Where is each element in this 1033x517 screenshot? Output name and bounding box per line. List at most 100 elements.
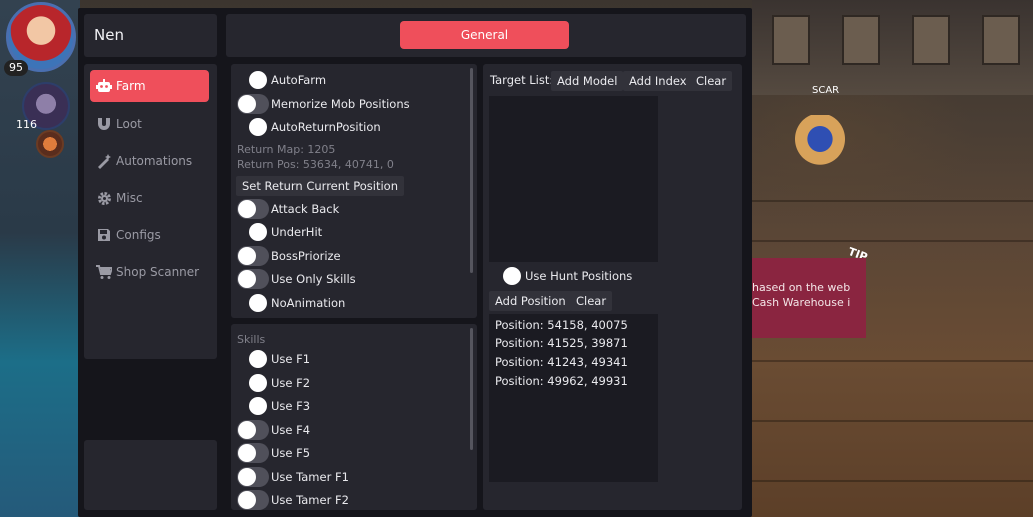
use-f2-checkbox[interactable]: [237, 373, 269, 393]
no-animation-label: NoAnimation: [271, 296, 346, 310]
list-item[interactable]: Position: 54158, 40075: [495, 318, 628, 332]
add-index-button[interactable]: Add Index: [623, 71, 693, 91]
auto-return-position-label: AutoReturnPosition: [271, 120, 381, 134]
tab-general[interactable]: General: [400, 21, 569, 49]
set-return-position-button[interactable]: Set Return Current Position: [236, 176, 404, 196]
under-hit-checkbox[interactable]: [237, 222, 269, 242]
auto-return-position-row[interactable]: AutoReturnPosition: [237, 117, 381, 137]
pet-level-badge: 116: [16, 118, 37, 131]
skills-section-label: Skills: [237, 333, 266, 346]
use-tamer-f1-label: Use Tamer F1: [271, 470, 349, 484]
attack-back-row[interactable]: Attack Back: [237, 199, 339, 219]
use-tamer-f2-label: Use Tamer F2: [271, 493, 349, 507]
use-hunt-positions-row[interactable]: Use Hunt Positions: [491, 266, 632, 286]
boss-priorize-toggle[interactable]: [237, 246, 269, 266]
attack-back-label: Attack Back: [271, 202, 340, 216]
use-f4-label: Use F4: [271, 423, 311, 437]
use-hunt-positions-checkbox[interactable]: [491, 266, 523, 286]
clear-positions-button[interactable]: Clear: [570, 291, 613, 311]
list-item[interactable]: Position: 41525, 39871: [495, 336, 628, 350]
return-map-text: Return Map: 1205: [237, 143, 336, 156]
add-model-button[interactable]: Add Model: [551, 71, 624, 91]
game-wall: [752, 0, 1033, 95]
boss-priorize-row[interactable]: BossPriorize: [237, 246, 341, 266]
floor-line: [752, 480, 1033, 482]
app-title: Nen: [94, 26, 124, 44]
character-name-label: SCAR: [812, 85, 840, 96]
wall-window: [982, 15, 1020, 65]
use-f3-checkbox[interactable]: [237, 396, 269, 416]
sidebar-item-farm[interactable]: Farm: [90, 70, 209, 102]
sidebar-item-label: Shop Scanner: [116, 265, 200, 279]
game-floor-left: [0, 0, 80, 517]
floppy-disk-icon: [96, 227, 112, 243]
autofarm-label: AutoFarm: [271, 73, 327, 87]
add-position-button[interactable]: Add Position: [489, 291, 572, 311]
autofarm-checkbox[interactable]: [237, 70, 269, 90]
farm-options-scrollbar[interactable]: [470, 68, 473, 273]
under-hit-row[interactable]: UnderHit: [237, 222, 322, 242]
buff-icon: [36, 130, 64, 158]
memorize-mob-positions-toggle[interactable]: [237, 94, 269, 114]
target-list-box[interactable]: [489, 96, 658, 262]
autofarm-row[interactable]: AutoFarm: [237, 70, 326, 90]
sidebar-item-label: Farm: [116, 79, 146, 93]
use-f2-label: Use F2: [271, 376, 311, 390]
use-only-skills-label: Use Only Skills: [271, 272, 356, 286]
use-f5-label: Use F5: [271, 446, 311, 460]
use-f1-row[interactable]: Use F1: [237, 349, 310, 369]
sidebar-item-label: Automations: [116, 154, 193, 168]
target-list-label: Target List:: [490, 73, 554, 87]
notice-banner: hased on the web Cash Warehouse i: [752, 258, 866, 338]
use-only-skills-row[interactable]: Use Only Skills: [237, 269, 356, 289]
wall-window: [912, 15, 950, 65]
sidebar-item-misc[interactable]: Misc: [90, 182, 209, 214]
sidebar: Farm Loot Automations Misc Configs Shop …: [84, 64, 217, 359]
floor-line: [752, 200, 1033, 202]
use-f4-row[interactable]: Use F4: [237, 420, 310, 440]
use-f2-row[interactable]: Use F2: [237, 373, 310, 393]
wall-window: [842, 15, 880, 65]
gear-icon: [96, 190, 112, 206]
list-item[interactable]: Position: 41243, 49341: [495, 355, 628, 369]
sidebar-item-shop-scanner[interactable]: Shop Scanner: [90, 256, 209, 288]
robot-icon: [96, 78, 112, 94]
sidebar-footer-panel: [84, 440, 217, 510]
use-f5-row[interactable]: Use F5: [237, 443, 310, 463]
no-animation-row[interactable]: NoAnimation: [237, 293, 345, 313]
sidebar-item-loot[interactable]: Loot: [90, 108, 209, 140]
use-f3-row[interactable]: Use F3: [237, 396, 310, 416]
memorize-mob-positions-label: Memorize Mob Positions: [271, 97, 410, 111]
memorize-mob-positions-row[interactable]: Memorize Mob Positions: [237, 94, 410, 114]
under-hit-label: UnderHit: [271, 225, 323, 239]
floor-line: [752, 420, 1033, 422]
return-pos-text: Return Pos: 53634, 40741, 0: [237, 158, 394, 171]
list-item[interactable]: Position: 49962, 49931: [495, 374, 628, 388]
use-tamer-f2-toggle[interactable]: [237, 490, 269, 510]
no-animation-checkbox[interactable]: [237, 293, 269, 313]
attack-back-toggle[interactable]: [237, 199, 269, 219]
sidebar-item-configs[interactable]: Configs: [90, 219, 209, 251]
sidebar-item-label: Configs: [116, 228, 161, 242]
wall-window: [772, 15, 810, 65]
use-f1-label: Use F1: [271, 352, 311, 366]
use-f3-label: Use F3: [271, 399, 311, 413]
use-hunt-positions-label: Use Hunt Positions: [525, 269, 633, 283]
boss-priorize-label: BossPriorize: [271, 249, 341, 263]
use-tamer-f2-row[interactable]: Use Tamer F2: [237, 490, 349, 510]
auto-return-position-checkbox[interactable]: [237, 117, 269, 137]
cart-icon: [96, 264, 112, 280]
skills-scrollbar[interactable]: [470, 328, 473, 450]
sidebar-item-automations[interactable]: Automations: [90, 145, 209, 177]
sidebar-item-label: Misc: [116, 191, 143, 205]
use-f5-toggle[interactable]: [237, 443, 269, 463]
use-f1-checkbox[interactable]: [237, 349, 269, 369]
floor-line: [752, 240, 1033, 242]
character-sprite[interactable]: [785, 115, 855, 175]
use-tamer-f1-row[interactable]: Use Tamer F1: [237, 467, 349, 487]
use-f4-toggle[interactable]: [237, 420, 269, 440]
use-only-skills-toggle[interactable]: [237, 269, 269, 289]
notice-line: Cash Warehouse i: [752, 296, 851, 309]
use-tamer-f1-toggle[interactable]: [237, 467, 269, 487]
clear-targets-button[interactable]: Clear: [690, 71, 733, 91]
